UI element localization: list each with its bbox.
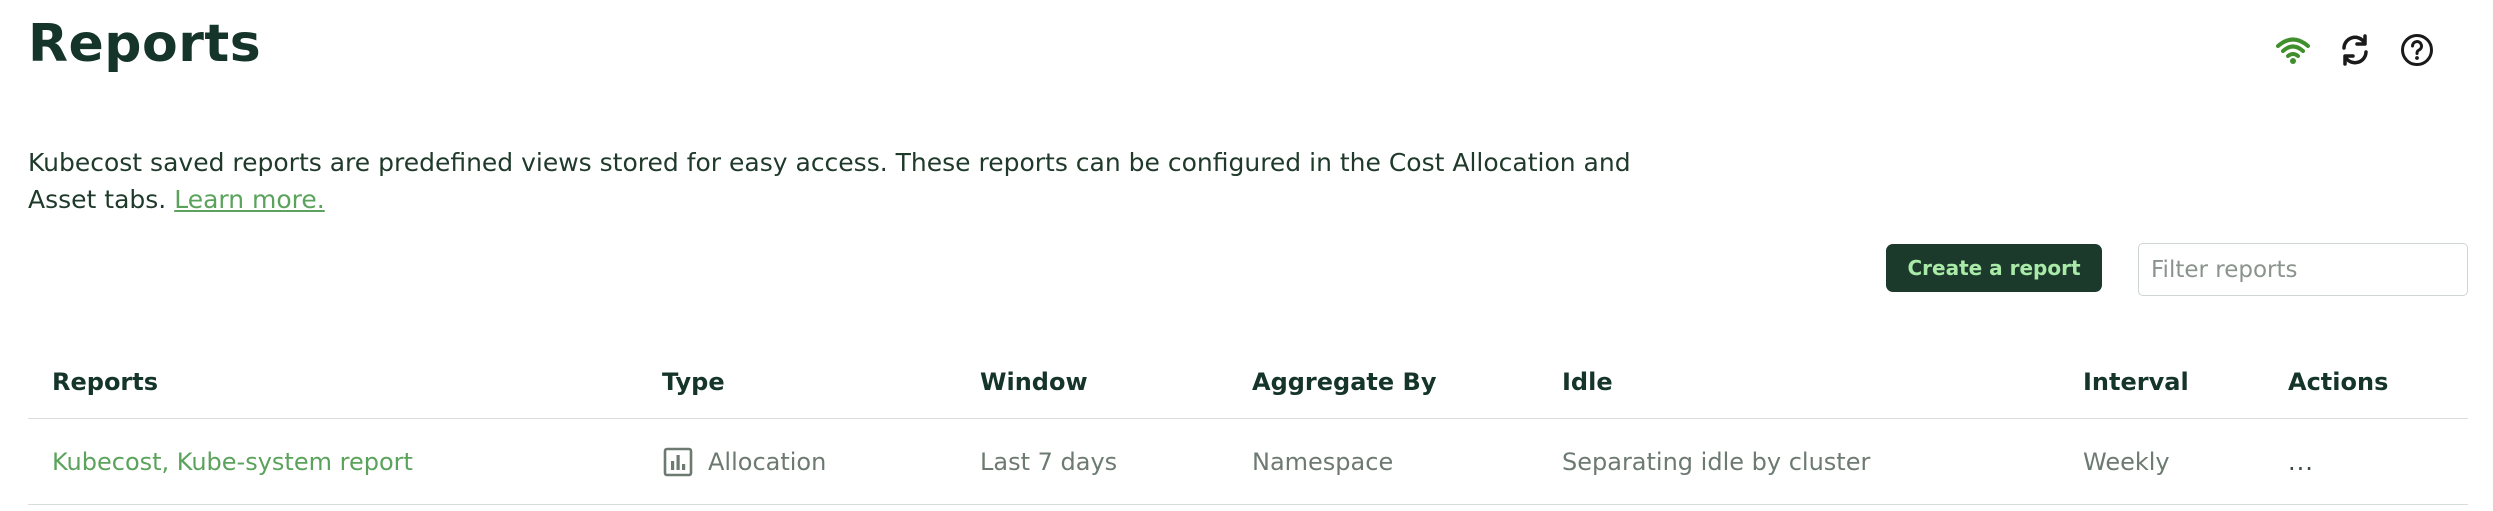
learn-more-link[interactable]: Learn more. <box>174 185 325 214</box>
report-interval-cell: Weekly <box>2083 447 2170 476</box>
report-idle-cell: Separating idle by cluster <box>1562 447 1871 476</box>
report-aggregate-cell: Namespace <box>1252 447 1394 476</box>
page-title: Reports <box>28 14 262 74</box>
bar-chart-icon <box>662 446 694 478</box>
column-header-window[interactable]: Window <box>980 346 1088 418</box>
table-header-row: Reports Type Window Aggregate By Idle In… <box>28 346 2468 419</box>
reports-table: Reports Type Window Aggregate By Idle In… <box>28 346 2468 505</box>
refresh-icon[interactable] <box>2335 30 2375 70</box>
page-description: Kubecost saved reports are predefined vi… <box>28 144 1648 218</box>
report-type-text: Allocation <box>708 447 827 476</box>
column-header-aggregate-by[interactable]: Aggregate By <box>1252 346 1436 418</box>
wifi-icon[interactable] <box>2273 30 2313 70</box>
column-header-idle[interactable]: Idle <box>1562 346 1613 418</box>
report-window-cell: Last 7 days <box>980 447 1118 476</box>
report-name-link[interactable]: Kubecost, Kube-system report <box>52 448 413 476</box>
create-report-button[interactable]: Create a report <box>1886 244 2102 292</box>
report-type-cell: Allocation <box>662 419 826 504</box>
column-header-actions: Actions <box>2288 368 2389 396</box>
filter-reports-input[interactable] <box>2138 243 2468 296</box>
header-icon-group <box>2273 30 2437 70</box>
table-row[interactable]: Kubecost, Kube-system report Allocation … <box>28 419 2468 505</box>
row-actions-menu-button[interactable]: ... <box>2288 448 2314 476</box>
column-header-interval[interactable]: Interval <box>2083 346 2189 418</box>
help-icon[interactable] <box>2397 30 2437 70</box>
column-header-type[interactable]: Type <box>662 346 725 418</box>
column-header-reports[interactable]: Reports <box>52 346 158 418</box>
